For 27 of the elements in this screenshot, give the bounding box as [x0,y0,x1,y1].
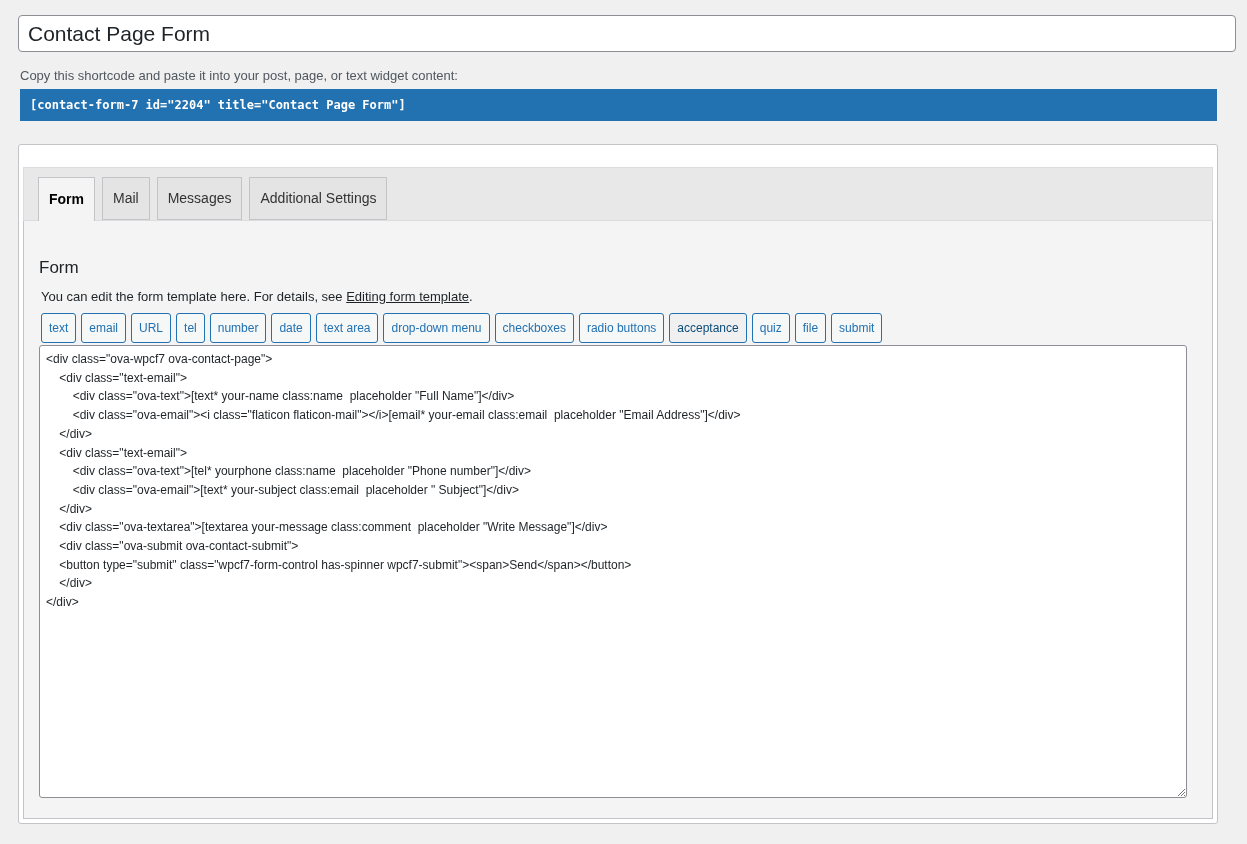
panel-description: You can edit the form template here. For details, see [41,287,344,306]
tag-button[interactable]: acceptance [669,313,747,343]
tab[interactable]: Additional Settings [249,176,388,220]
resize-grip-icon[interactable] [1177,788,1185,796]
tab[interactable]: Form [38,176,95,221]
template-editor[interactable]: <div class="ova-wpcf7 ova-contact-page"> <div class="text-email"> <div class="ova-text">[text* your-name class:name placeholder "Full Name"]</div> <div class="ova-email"><i class="flaticon flaticon-mail"></i>[email* your-email class:email placeholder "Email Address"]</div> </div> <div class="text-email"> <div class="ova-text">[tel* yourphone class:name placeholder "Phone number"]</div> <div class="ova-email">[text* your-subject class:email placeholder " Subject"]</div> </div> <div class="ova-textarea">[textarea your-message class:comment placeholder "Write Message"]</div> <div class="ova-submit ova-contact-submit"> <button type="submit" class="wpcf7-form-control has-spinner wpcf7-submit"><span>Send</span></button> </div> </div> [39,345,1187,798]
tag-button[interactable]: file [794,313,827,343]
tag-button[interactable]: date [271,313,311,343]
shortcode-field[interactable]: [contact-form-7 id="2204" title="Contact Page Form"] [20,88,1217,121]
tag-button[interactable]: URL [131,313,172,343]
tag-button[interactable]: number [209,313,267,343]
help-link[interactable]: Editing form template [346,286,470,306]
tab[interactable]: Messages [156,176,243,220]
title-field[interactable]: Contact Page Form [18,15,1236,52]
tag-button[interactable]: email [81,313,127,343]
panel-heading: Form [39,257,80,278]
tag-button[interactable]: text area [315,313,379,343]
period-text: . [469,287,473,306]
tag-button[interactable]: text [41,313,77,343]
tag-button[interactable]: tel [176,313,205,343]
tag-button[interactable]: checkboxes [494,313,574,343]
shortcode-hint: Copy this shortcode and paste it into your post, page, or text widget content: [20,67,459,85]
tab[interactable]: Mail [102,176,150,220]
tag-button[interactable]: submit [831,313,883,343]
tag-button[interactable]: quiz [751,313,790,343]
tag-button[interactable]: drop-down menu [383,313,490,343]
tag-button[interactable]: radio buttons [578,313,665,343]
